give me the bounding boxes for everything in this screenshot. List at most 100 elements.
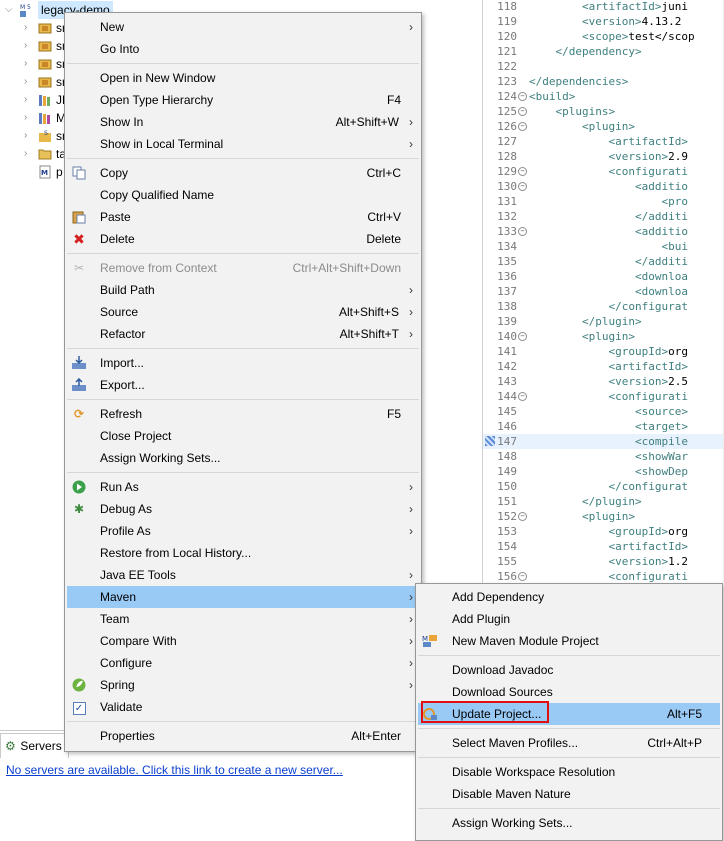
code-line[interactable]: 124− <build> (483, 89, 724, 104)
menu-item-go-into[interactable]: Go Into (67, 38, 419, 60)
chevron-right-icon[interactable]: › (24, 73, 32, 91)
menu-item-maven[interactable]: Maven › (67, 586, 419, 608)
create-server-link[interactable]: No servers are available. Click this lin… (6, 763, 343, 777)
code-line[interactable]: 146 <target> (483, 419, 724, 434)
menu-item-restore-from-local-history[interactable]: Restore from Local History... (67, 542, 419, 564)
menu-item-validate[interactable]: ✓ Validate (67, 696, 419, 718)
menu-item-java-ee-tools[interactable]: Java EE Tools › (67, 564, 419, 586)
code-line[interactable]: 155 <version>1.2 (483, 554, 724, 569)
code-line[interactable]: 134 <bui (483, 239, 724, 254)
fold-toggle-icon[interactable]: − (518, 122, 527, 131)
chevron-right-icon[interactable]: › (24, 91, 32, 109)
menu-item-close-project[interactable]: Close Project (67, 425, 419, 447)
code-line[interactable]: 127 <artifactId> (483, 134, 724, 149)
menu-item-add-dependency[interactable]: Add Dependency (418, 586, 720, 608)
code-line[interactable]: 139 </plugin> (483, 314, 724, 329)
chevron-right-icon[interactable]: › (24, 55, 32, 73)
fold-toggle-icon[interactable]: − (518, 167, 527, 176)
code-line[interactable]: 143 <version>2.5 (483, 374, 724, 389)
menu-item-disable-maven-nature[interactable]: Disable Maven Nature (418, 783, 720, 805)
code-line[interactable]: 140− <plugin> (483, 329, 724, 344)
menu-item-open-in-new-window[interactable]: Open in New Window (67, 67, 419, 89)
menu-item-disable-workspace-resolution[interactable]: Disable Workspace Resolution (418, 761, 720, 783)
menu-item-profile-as[interactable]: Profile As › (67, 520, 419, 542)
menu-item-new-maven-module-project[interactable]: M New Maven Module Project (418, 630, 720, 652)
code-line[interactable]: 131 <pro (483, 194, 724, 209)
chevron-right-icon[interactable]: › (24, 127, 32, 145)
code-line[interactable]: 128 <version>2.9 (483, 149, 724, 164)
menu-item-select-maven-profiles[interactable]: Select Maven Profiles... Ctrl+Alt+P (418, 732, 720, 754)
code-line[interactable]: 138 </configurat (483, 299, 724, 314)
tab-servers[interactable]: ⚙ Servers (0, 733, 69, 758)
menu-item-compare-with[interactable]: Compare With › (67, 630, 419, 652)
menu-item-paste[interactable]: Paste Ctrl+V (67, 206, 419, 228)
code-line[interactable]: 135 </additi (483, 254, 724, 269)
menu-item-new[interactable]: New › (67, 16, 419, 38)
menu-item-remove-from-context[interactable]: ✂ Remove from Context Ctrl+Alt+Shift+Down (67, 257, 419, 279)
fold-toggle-icon[interactable]: − (518, 392, 527, 401)
code-line[interactable]: 132 </additi (483, 209, 724, 224)
chevron-right-icon[interactable]: › (24, 145, 32, 163)
code-line[interactable]: 120 <scope>test</scop (483, 29, 724, 44)
code-line[interactable]: 123 </dependencies> (483, 74, 724, 89)
menu-item-refactor[interactable]: Refactor Alt+Shift+T › (67, 323, 419, 345)
code-line[interactable]: 156− <configurati (483, 569, 724, 583)
code-line[interactable]: 122 (483, 59, 724, 74)
fold-toggle-icon[interactable]: − (518, 92, 527, 101)
code-line[interactable]: 126− <plugin> (483, 119, 724, 134)
fold-toggle-icon[interactable]: − (518, 107, 527, 116)
code-line[interactable]: 118 <artifactId>juni (483, 0, 724, 14)
code-line[interactable]: 154 <artifactId> (483, 539, 724, 554)
code-line[interactable]: 129− <configurati (483, 164, 724, 179)
menu-item-assign-working-sets[interactable]: Assign Working Sets... (418, 812, 720, 834)
fold-toggle-icon[interactable]: − (518, 572, 527, 581)
fold-toggle-icon[interactable]: − (518, 227, 527, 236)
menu-item-run-as[interactable]: Run As › (67, 476, 419, 498)
code-line[interactable]: 152− <plugin> (483, 509, 724, 524)
code-line[interactable]: 150 </configurat (483, 479, 724, 494)
chevron-right-icon[interactable]: › (24, 19, 32, 37)
fold-toggle-icon[interactable]: − (518, 332, 527, 341)
menu-item-update-project[interactable]: Update Project... Alt+F5 (418, 701, 720, 725)
menu-item-properties[interactable]: Properties Alt+Enter (67, 725, 419, 747)
code-line[interactable]: 137 <downloa (483, 284, 724, 299)
menu-item-show-in-local-terminal[interactable]: Show in Local Terminal › (67, 133, 419, 155)
code-line[interactable]: 145 <source> (483, 404, 724, 419)
chevron-down-icon[interactable]: ⌵ (5, 1, 13, 19)
chevron-right-icon[interactable]: › (24, 37, 32, 55)
code-line[interactable]: 121 </dependency> (483, 44, 724, 59)
menu-item-add-plugin[interactable]: Add Plugin (418, 608, 720, 630)
menu-item-team[interactable]: Team › (67, 608, 419, 630)
code-line[interactable]: 149 <showDep (483, 464, 724, 479)
menu-item-delete[interactable]: ✖ Delete Delete (67, 228, 419, 250)
menu-item-debug-as[interactable]: ✱ Debug As › (67, 498, 419, 520)
menu-item-download-javadoc[interactable]: Download Javadoc (418, 659, 720, 681)
menu-item-import[interactable]: Import... (67, 352, 419, 374)
code-line[interactable]: 125− <plugins> (483, 104, 724, 119)
fold-toggle-icon[interactable]: − (518, 512, 527, 521)
menu-item-copy-qualified-name[interactable]: Copy Qualified Name (67, 184, 419, 206)
menu-item-build-path[interactable]: Build Path › (67, 279, 419, 301)
code-line[interactable]: 144− <configurati (483, 389, 724, 404)
menu-item-spring[interactable]: Spring › (67, 674, 419, 696)
menu-item-configure[interactable]: Configure › (67, 652, 419, 674)
code-line[interactable]: 151 </plugin> (483, 494, 724, 509)
pom-editor[interactable]: 118 <artifactId>juni 119 <version>4.13.2 1… (482, 0, 724, 583)
menu-item-copy[interactable]: Copy Ctrl+C (67, 162, 419, 184)
menu-item-export[interactable]: Export... (67, 374, 419, 396)
code-line[interactable]: 147 <compile (483, 434, 724, 449)
code-line[interactable]: 153 <groupId>org (483, 524, 724, 539)
fold-toggle-icon[interactable]: − (518, 182, 527, 191)
code-line[interactable]: 136 <downloa (483, 269, 724, 284)
menu-item-assign-working-sets[interactable]: Assign Working Sets... (67, 447, 419, 469)
code-line[interactable]: 142 <artifactId> (483, 359, 724, 374)
menu-item-refresh[interactable]: ⟳ Refresh F5 (67, 403, 419, 425)
chevron-right-icon[interactable]: › (24, 109, 32, 127)
code-line[interactable]: 148 <showWar (483, 449, 724, 464)
breakpoint-marker-icon[interactable] (485, 436, 495, 446)
code-line[interactable]: 130− <additio (483, 179, 724, 194)
menu-item-open-type-hierarchy[interactable]: Open Type Hierarchy F4 (67, 89, 419, 111)
menu-item-show-in[interactable]: Show In Alt+Shift+W › (67, 111, 419, 133)
menu-item-source[interactable]: Source Alt+Shift+S › (67, 301, 419, 323)
code-line[interactable]: 133− <additio (483, 224, 724, 239)
